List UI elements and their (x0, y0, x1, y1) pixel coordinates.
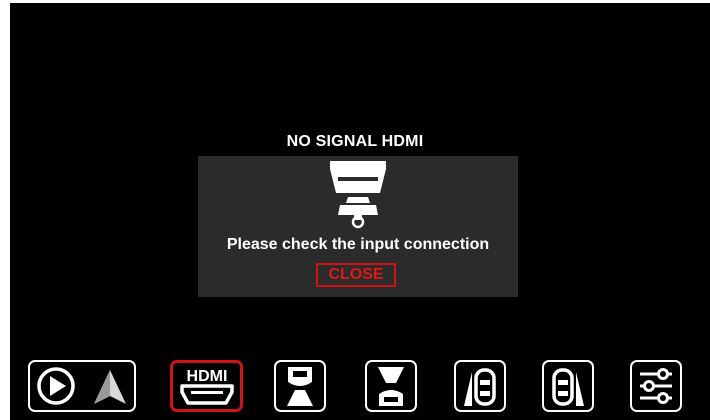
hdmi-icon: HDMI (179, 368, 234, 405)
dock-item-hdmi[interactable]: HDMI (170, 360, 243, 412)
settings-sliders-icon (640, 368, 672, 404)
no-signal-title: NO SIGNAL HDMI (286, 133, 424, 150)
front-camera-icon (287, 367, 313, 406)
no-signal-dialog: Please check the input connection CLOSE (198, 156, 518, 297)
left-camera-icon (464, 368, 496, 406)
dock-item-carplay-android-auto[interactable] (28, 360, 136, 412)
dock-item-left-camera[interactable] (454, 360, 506, 412)
dock-item-settings[interactable] (630, 360, 682, 412)
dock-item-front-camera[interactable] (274, 360, 326, 412)
bottom-dock: HDMI (0, 356, 710, 418)
dock-item-right-camera[interactable] (542, 360, 594, 412)
carplay-android-auto-icon (37, 367, 126, 405)
close-button[interactable]: CLOSE (316, 263, 396, 287)
rear-camera-icon (378, 367, 404, 406)
right-camera-icon (552, 368, 584, 406)
dock-item-rear-camera[interactable] (365, 360, 417, 412)
svg-text:HDMI: HDMI (186, 368, 227, 385)
check-connection-message: Please check the input connection (226, 236, 490, 253)
hdmi-cable-icon (330, 161, 386, 229)
